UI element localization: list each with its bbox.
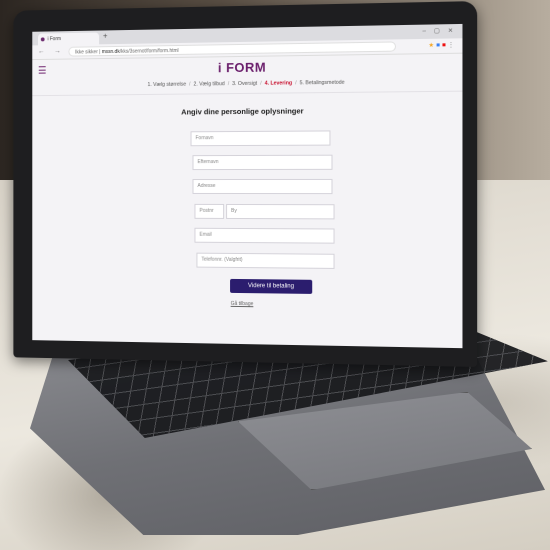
checkout-steps: 1. Vælg størrelse/2. Vælg tilbud/3. Over… [147,79,345,89]
continue-to-payment-button[interactable]: Videre til betaling [230,278,313,294]
tab-title: i Form [47,36,61,43]
checkout-page: ☰ i FORM 1. Vælg størrelse/2. Vælg tilbu… [32,53,463,349]
step-3[interactable]: 3. Oversigt [232,81,257,87]
address-bar[interactable]: Ikke sikker | mssn.dk/kks/3sernot/form/f… [68,41,396,57]
address-field[interactable]: Adresse [192,178,333,195]
new-tab-button[interactable]: + [103,31,108,40]
step-2[interactable]: 2. Vælg tilbud [193,81,224,87]
step-4-active[interactable]: 4. Levering [265,80,292,86]
laptop-screen: i Form + – ▢ ✕ ← → ⟳ Ikke sikker | mssn.… [32,23,463,349]
browser-tab[interactable]: i Form [37,32,100,46]
divider [32,90,463,97]
form-title: Angiv dine personlige oplysninger [181,106,304,117]
url-path: /kks/3sernot/form/form.html [119,47,179,55]
city-field[interactable]: By [226,203,335,220]
back-link[interactable]: Gå tilbage [32,298,462,310]
firstname-field[interactable]: Fornavn [190,130,331,147]
step-5[interactable]: 5. Betalingsmetode [300,80,345,87]
phone-field[interactable]: Telefonnr. (Valgfrit) [196,252,335,269]
extension-icons[interactable]: ★■■⋮ [428,41,456,49]
url-host: mssn.dk [101,48,120,56]
postal-field[interactable]: Postnr [194,203,225,219]
favicon-icon [40,37,45,42]
step-1[interactable]: 1. Vælg størrelse [147,82,186,88]
window-controls[interactable]: – ▢ ✕ [422,27,456,35]
security-indicator[interactable]: Ikke sikker [75,49,98,55]
lastname-field[interactable]: Efternavn [192,154,333,171]
email-field[interactable]: Email [194,227,335,244]
brand-logo[interactable]: i FORM [32,57,462,78]
laptop-lid: i Form + – ▢ ✕ ← → ⟳ Ikke sikker | mssn.… [13,1,478,367]
